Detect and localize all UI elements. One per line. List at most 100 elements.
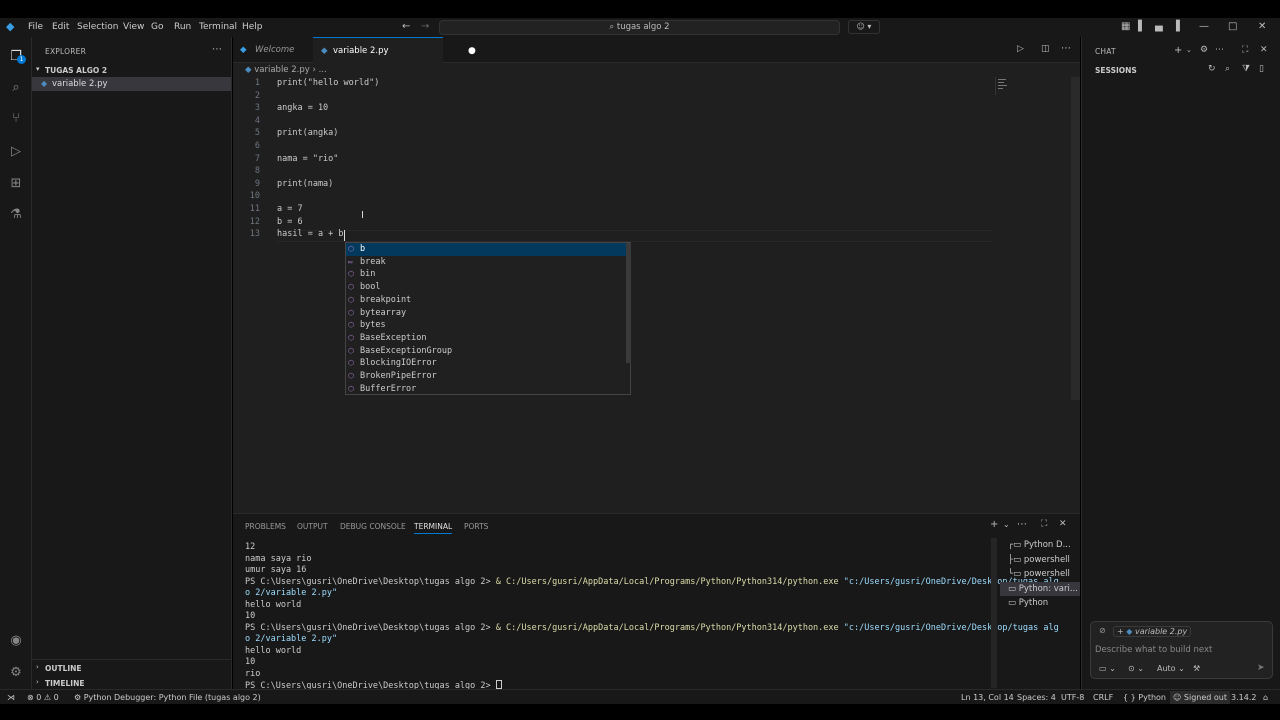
split-editor-icon[interactable]: ◫	[1041, 44, 1050, 54]
indentation[interactable]: Spaces: 4	[1017, 691, 1056, 704]
suggestion-item[interactable]: ▭ break	[346, 256, 626, 269]
unsaved-dot-icon[interactable]: ●	[468, 38, 476, 64]
chat-settings-icon[interactable]: ⚙	[1200, 45, 1208, 55]
toggle-secondary-sidebar-icon[interactable]: ▐	[1172, 21, 1180, 33]
menu-selection[interactable]: Selection	[77, 21, 118, 33]
suggestion-item[interactable]: ⬡ BaseException	[346, 332, 626, 345]
notifications-icon[interactable]: ⌂	[1263, 691, 1268, 704]
tab-debug-console[interactable]: DEBUG CONSOLE	[340, 522, 406, 531]
code-line[interactable]: a = 7	[277, 204, 303, 214]
new-chat-icon[interactable]: +	[1174, 45, 1182, 56]
extensions-icon[interactable]: ⊞	[6, 174, 26, 194]
folder-name[interactable]: TUGAS ALGO 2	[45, 66, 107, 75]
suggestion-item[interactable]: ⬡ breakpoint	[346, 294, 626, 307]
menu-edit[interactable]: Edit	[52, 21, 69, 33]
minimize-icon[interactable]: —	[1199, 21, 1209, 33]
chat-more-icon[interactable]: ⋯	[1215, 45, 1224, 55]
outline-section[interactable]: OUTLINE	[45, 664, 82, 673]
back-arrow-icon[interactable]: ←	[402, 21, 410, 33]
suggestion-item[interactable]: ⬡ bool	[346, 281, 626, 294]
filter-icon[interactable]: ⧩	[1242, 64, 1250, 74]
terminal-scrollbar[interactable]	[991, 538, 997, 688]
python-version[interactable]: 3.14.2	[1231, 691, 1256, 704]
code-line[interactable]: hasil = a + b	[277, 229, 344, 239]
chevron-right-icon[interactable]: ›	[36, 678, 39, 686]
agent-mode-icon[interactable]: ▭ ⌄	[1099, 664, 1116, 673]
tab-ports[interactable]: PORTS	[464, 522, 488, 531]
encoding[interactable]: UTF-8	[1061, 691, 1084, 704]
account-status[interactable]: ☺ Signed out	[1170, 691, 1230, 704]
close-chat-icon[interactable]: ✕	[1260, 45, 1268, 55]
customize-layout-icon[interactable]: ▦	[1121, 21, 1130, 33]
code-line[interactable]: print("hello world")	[277, 78, 379, 88]
command-center[interactable]: ⌕ tugas algo 2	[439, 20, 840, 35]
minimap[interactable]	[995, 77, 1009, 95]
terminal-list-item[interactable]: ▭ Python: vari...	[1000, 581, 1080, 596]
breadcrumb-rest[interactable]: ...	[319, 65, 327, 75]
breadcrumb-file[interactable]: variable 2.py	[254, 65, 310, 75]
suggestion-item[interactable]: ⬡ BrokenPipeError	[346, 370, 626, 383]
menu-file[interactable]: File	[28, 21, 43, 33]
suggestion-item[interactable]: ⬡ bin	[346, 268, 626, 281]
problems-status[interactable]: ⊗ 0 ⚠ 0	[27, 691, 59, 704]
menu-help[interactable]: Help	[242, 21, 263, 33]
accounts-icon[interactable]: ◉	[6, 631, 26, 651]
maximize-icon[interactable]: □	[1228, 21, 1237, 33]
line-ending[interactable]: CRLF	[1093, 691, 1113, 704]
suggestion-item[interactable]: ⬡ BlockingIOError	[346, 357, 626, 370]
terminal-list-item[interactable]: ▭ Python	[1000, 596, 1080, 611]
tab-variable-2[interactable]: ◆ variable 2.py ●	[313, 37, 476, 63]
tab-problems[interactable]: PROBLEMS	[245, 522, 286, 531]
panel-more-icon[interactable]: ⋯	[1017, 519, 1027, 530]
source-control-icon[interactable]: ⑂	[6, 109, 26, 129]
forward-arrow-icon[interactable]: →	[421, 21, 429, 33]
close-panel-icon[interactable]: ✕	[1059, 519, 1067, 529]
attach-icon[interactable]: ⊘	[1099, 626, 1106, 635]
testing-icon[interactable]: ⚗	[6, 205, 26, 225]
menu-go[interactable]: Go	[151, 21, 163, 33]
code-line[interactable]: b = 6	[277, 217, 303, 227]
terminal-list-item[interactable]: ├▭ powershell	[1000, 553, 1080, 568]
refresh-icon[interactable]: ↻	[1208, 64, 1216, 74]
model-picker[interactable]: Auto ⌄	[1157, 664, 1185, 673]
tab-terminal[interactable]: TERMINAL	[414, 522, 453, 534]
menu-run[interactable]: Run	[174, 21, 191, 33]
timeline-section[interactable]: TIMELINE	[45, 679, 84, 688]
editor-scrollbar[interactable]	[1071, 77, 1080, 400]
configure-tools-icon[interactable]: ⚒	[1193, 664, 1200, 673]
context-chip[interactable]: + ◆ variable 2.py	[1113, 626, 1192, 637]
suggestion-item[interactable]: ⬡ BaseExceptionGroup	[346, 345, 626, 358]
suggestion-item[interactable]: ⬡ bytearray	[346, 307, 626, 320]
more-actions-icon[interactable]: ⋯	[212, 44, 222, 55]
code-line[interactable]: angka = 10	[277, 103, 328, 113]
chat-input-box[interactable]: ⊘ + ◆ variable 2.py Describe what to bui…	[1090, 621, 1273, 679]
tools-icon[interactable]: ⊙ ⌄	[1128, 664, 1144, 673]
run-file-icon[interactable]: ▷	[1017, 44, 1024, 54]
search-icon[interactable]: ⌕	[1225, 64, 1230, 74]
suggestion-item[interactable]: ⬡ BufferError	[346, 383, 626, 396]
search-view-icon[interactable]: ⌕	[6, 78, 26, 98]
toggle-panel-icon[interactable]: ▄	[1155, 21, 1163, 33]
send-icon[interactable]: ➤	[1257, 663, 1265, 673]
code-line[interactable]: print(nama)	[277, 179, 333, 189]
maximize-panel-icon[interactable]: ⛶	[1041, 519, 1047, 529]
chevron-down-icon[interactable]: ▾	[36, 65, 40, 73]
suggestion-item[interactable]: ⬡ b	[346, 243, 626, 256]
copilot-icon[interactable]: ☺ ▾	[848, 20, 880, 34]
editor-more-icon[interactable]: ⋯	[1061, 43, 1071, 54]
terminal-list-item[interactable]: └▭ powershell	[1000, 567, 1080, 582]
debugger-status[interactable]: ⚙ Python Debugger: Python File (tugas al…	[74, 691, 261, 704]
tab-welcome[interactable]: ◆ Welcome	[233, 37, 313, 63]
layout-icon[interactable]: ▯	[1259, 64, 1264, 74]
maximize-chat-icon[interactable]: ⛶	[1242, 45, 1248, 55]
terminal-list-item[interactable]: ┌▭ Python D...	[1000, 538, 1080, 553]
menu-terminal[interactable]: Terminal	[199, 21, 237, 33]
new-terminal-icon[interactable]: +	[990, 519, 998, 530]
code-line[interactable]: print(angka)	[277, 128, 338, 138]
file-item-variable-2[interactable]: ◆ variable 2.py	[32, 77, 231, 91]
chevron-right-icon[interactable]: ›	[36, 663, 39, 671]
close-window-icon[interactable]: ✕	[1258, 21, 1266, 33]
suggestion-item[interactable]: ⬡ bytes	[346, 319, 626, 332]
language-mode[interactable]: { } Python	[1123, 691, 1166, 704]
menu-view[interactable]: View	[123, 21, 144, 33]
